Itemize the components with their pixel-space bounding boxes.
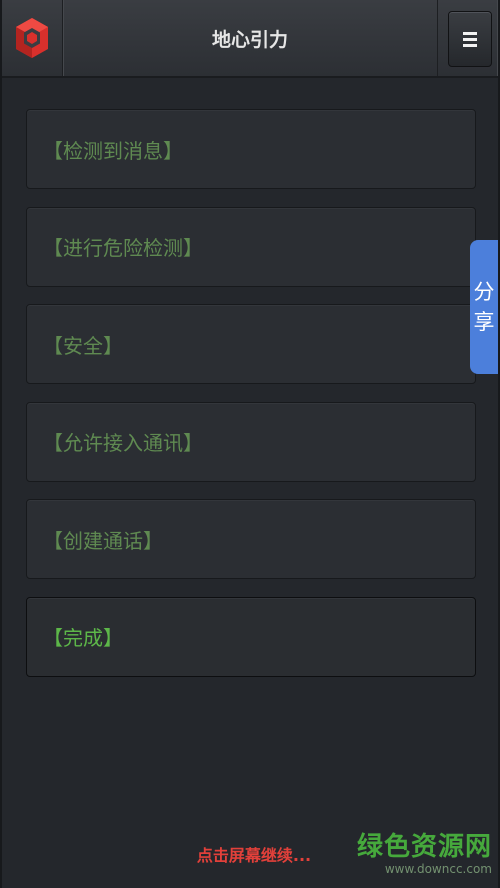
- step-item-complete[interactable]: 【完成】: [26, 596, 476, 677]
- watermark-url: www.downcc.com: [384, 862, 492, 876]
- top-bar: 地心引力: [2, 0, 498, 78]
- step-label: 【进行危险检测】: [43, 236, 203, 260]
- share-tab-char: 分: [473, 280, 495, 304]
- step-label: 【创建通话】: [43, 528, 163, 553]
- share-tab-char: 享: [473, 310, 495, 334]
- step-label: 【完成】: [43, 626, 123, 650]
- step-item-create-call[interactable]: 【创建通话】: [26, 499, 476, 579]
- step-label: 【允许接入通讯】: [43, 431, 203, 455]
- step-item-allow-access[interactable]: 【允许接入通讯】: [26, 401, 476, 482]
- menu-button[interactable]: [448, 11, 492, 67]
- hamburger-menu-icon: [463, 29, 477, 50]
- menu-cell: [437, 0, 498, 76]
- app-screen[interactable]: 地心引力 【检测到消息】 【进行危险检测】 【安全】 【允许接入通讯】 【创建通…: [0, 0, 500, 888]
- step-list: 【检测到消息】 【进行危险检测】 【安全】 【允许接入通讯】 【创建通话】 【完…: [26, 109, 476, 694]
- cube-logo-icon: [16, 18, 48, 58]
- logo-cell[interactable]: [2, 0, 63, 76]
- app-title: 地心引力: [211, 29, 288, 51]
- step-label: 【检测到消息】: [43, 138, 183, 163]
- step-item-danger-check[interactable]: 【进行危险检测】: [26, 206, 476, 287]
- continue-hint-text: 点击屏幕继续...: [196, 846, 312, 865]
- share-tab-button[interactable]: 分 享: [470, 240, 498, 374]
- step-item-safe[interactable]: 【安全】: [26, 304, 476, 384]
- site-watermark: 绿色资源网 www.downcc.com: [357, 832, 492, 876]
- watermark-brand: 绿色资源网: [356, 832, 492, 862]
- step-label: 【安全】: [43, 333, 123, 358]
- step-item-detected-message[interactable]: 【检测到消息】: [26, 109, 476, 189]
